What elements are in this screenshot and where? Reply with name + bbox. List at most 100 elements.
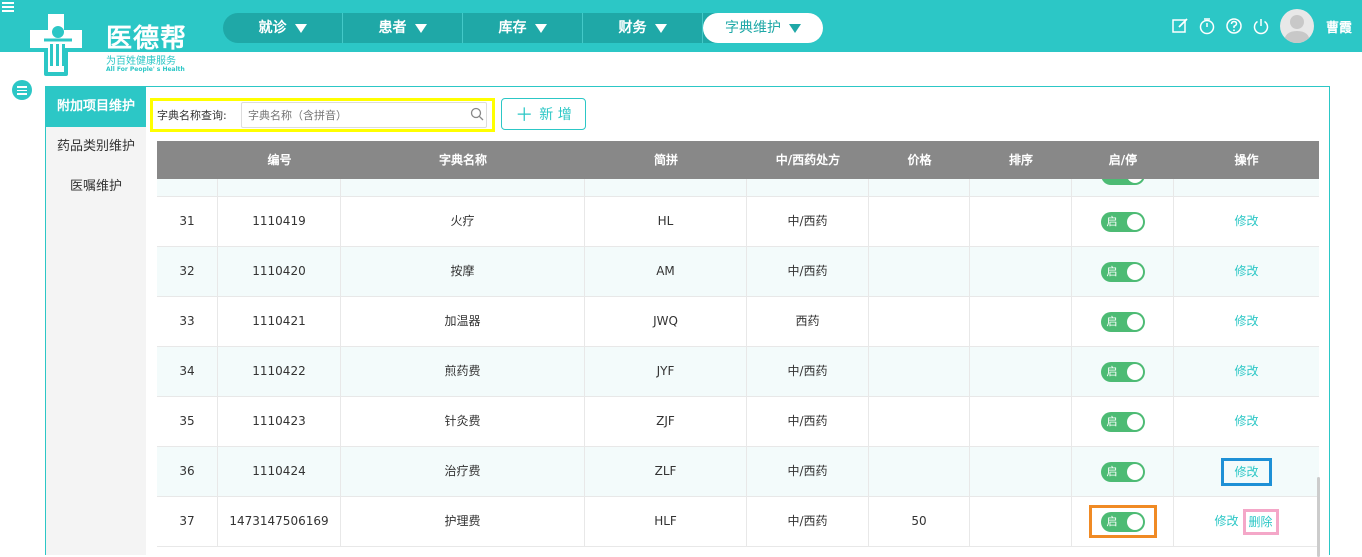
cell-status: 启 — [1072, 497, 1174, 546]
add-button[interactable]: ＋ 新 增 — [501, 98, 586, 130]
status-toggle-label: 启 — [1106, 414, 1118, 428]
cell-status: 启 — [1072, 247, 1174, 296]
nav-item-dictionary[interactable]: 字典维护 — [703, 13, 823, 43]
cell-code: 1473147506169 — [218, 497, 341, 546]
content-frame: 附加项目维护 药品类别维护 医嘱维护 字典名称查询: ＋ 新 增 编号 字典名称… — [45, 86, 1330, 557]
nav-item-label: 字典维护 — [725, 20, 781, 36]
cell-name: 按摩 — [341, 247, 585, 296]
status-toggle-label: 启 — [1106, 214, 1118, 228]
edit-link[interactable]: 修改 — [1234, 364, 1258, 378]
edit-link[interactable]: 修改 — [1234, 465, 1258, 479]
cell-pinyin: HL — [585, 197, 747, 246]
edit-icon[interactable] — [1171, 17, 1189, 35]
status-toggle[interactable]: 启 — [1100, 511, 1145, 532]
cell-type: 中/西药 — [747, 347, 869, 396]
status-toggle[interactable]: 启 — [1100, 261, 1145, 282]
cell-price — [869, 397, 970, 446]
cell-order — [970, 197, 1072, 246]
cell-index: 34 — [157, 347, 218, 396]
cell-order — [970, 347, 1072, 396]
logo-tagline: 为百姓健康服务 — [106, 56, 176, 67]
column-header-name: 字典名称 — [438, 153, 487, 167]
search-icon[interactable] — [470, 107, 484, 121]
cell-type: 中/西药 — [747, 447, 869, 496]
cell-code: 1110421 — [218, 297, 341, 346]
cell-index: 32 — [157, 247, 218, 296]
edit-link[interactable]: 修改 — [1234, 414, 1258, 428]
status-toggle[interactable] — [1101, 179, 1145, 185]
sidebar-toggle-icon[interactable] — [12, 80, 32, 100]
sidebar-item-extra-items[interactable]: 附加项目维护 — [46, 87, 146, 127]
cell-actions: 修改 — [1174, 297, 1319, 346]
sidebar-item-medical-order[interactable]: 医嘱维护 — [46, 167, 146, 207]
cell-order — [970, 297, 1072, 346]
column-header-status: 启/停 — [1108, 153, 1138, 167]
cell-status: 启 — [1072, 197, 1174, 246]
cell-index: 37 — [157, 497, 218, 546]
search-input[interactable] — [241, 102, 487, 128]
help-icon[interactable] — [1225, 17, 1243, 35]
edit-link[interactable]: 修改 — [1234, 264, 1258, 278]
nav-item-label: 库存 — [498, 20, 527, 36]
column-header-pinyin: 简拼 — [653, 153, 678, 167]
table-row: 34 1110422 煎药费 JYF 中/西药 启 修改 — [157, 347, 1319, 397]
toggle-knob — [1126, 363, 1143, 380]
column-header-code: 编号 — [267, 153, 292, 167]
cell-actions: 修改 删除 — [1174, 497, 1319, 546]
user-avatar-icon — [1283, 15, 1310, 43]
cell-actions: 修改 — [1174, 197, 1319, 246]
search-label: 字典名称查询: — [157, 109, 227, 122]
cell-order — [970, 247, 1072, 296]
edit-link[interactable]: 修改 — [1234, 314, 1258, 328]
cell-price — [869, 247, 970, 296]
status-toggle[interactable]: 启 — [1100, 361, 1145, 382]
cell-pinyin: JYF — [585, 347, 747, 396]
column-header-actions: 操作 — [1234, 153, 1259, 167]
cell-index: 35 — [157, 397, 218, 446]
column-header-index — [157, 141, 218, 179]
caret-down-icon — [789, 23, 801, 33]
username[interactable]: 曹霞 — [1326, 17, 1352, 36]
nav-item-inventory[interactable]: 库存 — [463, 13, 583, 43]
status-toggle[interactable]: 启 — [1100, 211, 1145, 232]
sidebar-item-drug-category[interactable]: 药品类别维护 — [46, 127, 146, 167]
main-nav: 就诊 患者 库存 财务 字典维护 — [223, 13, 823, 43]
cell-actions: 修改 — [1174, 397, 1319, 446]
add-button-label: 新 增 — [539, 107, 572, 123]
status-toggle[interactable]: 启 — [1100, 461, 1145, 482]
toggle-knob — [1126, 263, 1143, 280]
cell-pinyin: JWQ — [585, 297, 747, 346]
cell-type: 中/西药 — [747, 497, 869, 546]
edit-link[interactable]: 修改 — [1234, 214, 1258, 228]
nav-item-patient[interactable]: 患者 — [343, 13, 463, 43]
cell-name: 火疗 — [341, 197, 585, 246]
logo: 医德帮 为百姓健康服务 All For People' s Health — [24, 0, 194, 78]
timer-icon[interactable] — [1198, 17, 1216, 35]
cell-name: 护理费 — [341, 497, 585, 546]
delete-link[interactable]: 删除 — [1242, 508, 1279, 535]
cell-index: 36 — [157, 447, 218, 496]
toggle-knob — [1126, 313, 1143, 330]
status-toggle[interactable]: 启 — [1100, 311, 1145, 332]
table-row: 32 1110420 按摩 AM 中/西药 启 修改 — [157, 247, 1319, 297]
search-box: 字典名称查询: — [150, 98, 495, 132]
table-body: 31 1110419 火疗 HL 中/西药 启 修改 32 1110420 按摩… — [157, 179, 1319, 555]
cell-name: 针灸费 — [341, 397, 585, 446]
edit-link[interactable]: 修改 — [1214, 514, 1238, 528]
power-icon[interactable] — [1252, 17, 1270, 35]
menu-icon[interactable] — [2, 2, 14, 12]
cell-code: 1110419 — [218, 197, 341, 246]
status-toggle[interactable]: 启 — [1100, 411, 1145, 432]
nav-item-visit[interactable]: 就诊 — [223, 13, 343, 43]
scrollbar[interactable] — [1317, 477, 1320, 557]
status-toggle-label: 启 — [1106, 264, 1118, 278]
avatar[interactable] — [1279, 9, 1314, 43]
cell-code: 1110424 — [218, 447, 341, 496]
cell-price — [869, 447, 970, 496]
caret-down-icon — [414, 23, 427, 33]
user-area: 曹霞 — [1162, 8, 1352, 44]
cell-index: 31 — [157, 197, 218, 246]
nav-item-finance[interactable]: 财务 — [583, 13, 703, 43]
edit-link-highlight: 修改 — [1221, 457, 1272, 486]
cell-pinyin: ZJF — [585, 397, 747, 446]
